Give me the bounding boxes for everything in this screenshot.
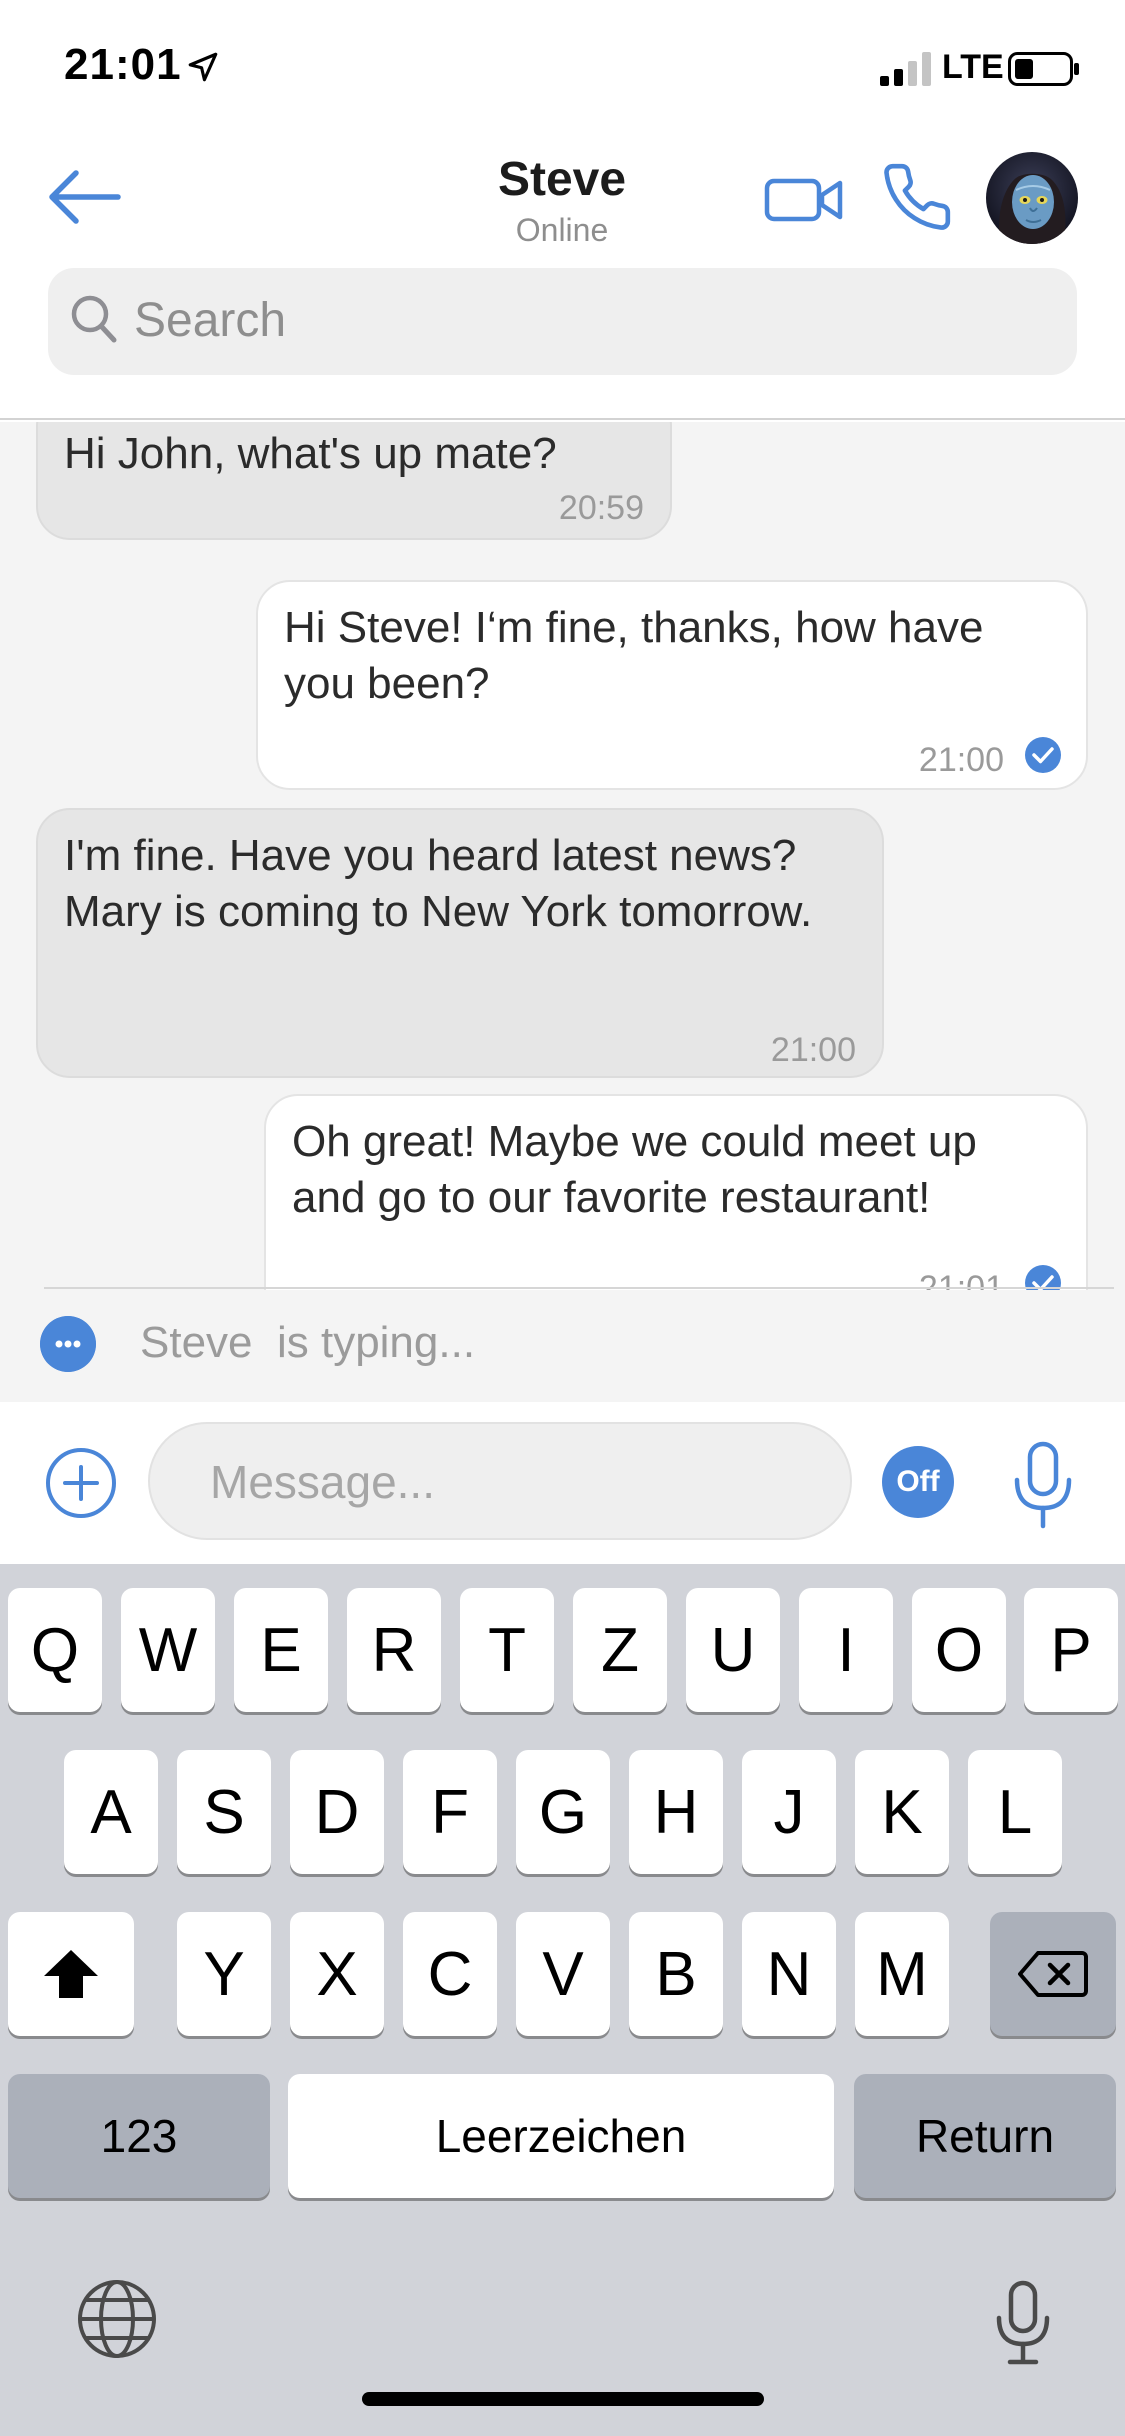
key-b[interactable]: B: [629, 1912, 723, 2036]
typing-text: Steve is typing...: [140, 1318, 476, 1367]
key-r[interactable]: R: [347, 1588, 441, 1712]
typing-dots-icon: [40, 1316, 96, 1372]
key-f[interactable]: F: [403, 1750, 497, 1874]
keyboard: Q W E R T Z U I O P A S D F G H J K L Y …: [0, 1564, 1125, 2436]
search-input[interactable]: [134, 284, 1034, 356]
key-z[interactable]: Z: [573, 1588, 667, 1712]
message-time: 21:00: [918, 741, 1004, 779]
key-d[interactable]: D: [290, 1750, 384, 1874]
status-time: 21:01: [64, 40, 182, 89]
off-toggle-button[interactable]: Off: [882, 1446, 954, 1518]
key-i[interactable]: I: [799, 1588, 893, 1712]
message-time: 21:00: [770, 1031, 856, 1069]
microphone-icon[interactable]: [1010, 1440, 1076, 1530]
video-camera-icon[interactable]: [764, 170, 844, 228]
plus-circle-icon[interactable]: [44, 1446, 118, 1520]
message-bubble-incoming[interactable]: Hi John, what's up mate? 20:59: [36, 422, 672, 540]
numbers-key[interactable]: 123: [8, 2074, 270, 2198]
message-text: I'm fine. Have you heard latest news? Ma…: [64, 831, 813, 936]
read-check-icon: [1025, 737, 1061, 773]
key-l[interactable]: L: [968, 1750, 1062, 1874]
battery-icon: [1008, 52, 1079, 86]
return-key[interactable]: Return: [854, 2074, 1116, 2198]
shift-key[interactable]: [8, 1912, 134, 2036]
location-arrow-icon: [188, 52, 218, 82]
key-y[interactable]: Y: [177, 1912, 271, 2036]
key-t[interactable]: T: [460, 1588, 554, 1712]
key-m[interactable]: M: [855, 1912, 949, 2036]
message-bubble-incoming[interactable]: I'm fine. Have you heard latest news? Ma…: [36, 808, 884, 1078]
key-w[interactable]: W: [121, 1588, 215, 1712]
key-a[interactable]: A: [64, 1750, 158, 1874]
message-bubble-outgoing[interactable]: Hi Steve! I‘m fine, thanks, how have you…: [256, 580, 1088, 790]
key-v[interactable]: V: [516, 1912, 610, 2036]
key-n[interactable]: N: [742, 1912, 836, 2036]
globe-icon[interactable]: [76, 2278, 158, 2360]
contact-name[interactable]: Steve: [362, 152, 762, 207]
key-s[interactable]: S: [177, 1750, 271, 1874]
key-p[interactable]: P: [1024, 1588, 1118, 1712]
key-c[interactable]: C: [403, 1912, 497, 2036]
key-j[interactable]: J: [742, 1750, 836, 1874]
space-key[interactable]: Leerzeichen: [288, 2074, 834, 2198]
chat-divider: [44, 1287, 1114, 1289]
key-k[interactable]: K: [855, 1750, 949, 1874]
back-arrow-icon[interactable]: [44, 165, 124, 229]
message-text: Hi John, what's up mate?: [64, 429, 557, 478]
avatar[interactable]: [986, 152, 1078, 244]
dictation-mic-icon[interactable]: [994, 2280, 1052, 2366]
key-u[interactable]: U: [686, 1588, 780, 1712]
message-text: Hi Steve! I‘m fine, thanks, how have you…: [284, 603, 984, 708]
search-icon: [71, 295, 117, 343]
key-q[interactable]: Q: [8, 1588, 102, 1712]
message-time: 20:59: [558, 489, 644, 527]
phone-icon[interactable]: [880, 160, 954, 234]
network-type: LTE: [942, 48, 1004, 86]
home-indicator[interactable]: [362, 2392, 764, 2406]
message-input[interactable]: [210, 1446, 810, 1518]
key-e[interactable]: E: [234, 1588, 328, 1712]
backspace-key[interactable]: [990, 1912, 1116, 2036]
signal-icon: [880, 52, 931, 86]
message-list[interactable]: Hi John, what's up mate? 20:59 Hi Steve!…: [0, 422, 1125, 1402]
key-g[interactable]: G: [516, 1750, 610, 1874]
key-h[interactable]: H: [629, 1750, 723, 1874]
key-o[interactable]: O: [912, 1588, 1006, 1712]
shift-icon: [44, 1950, 98, 1998]
key-x[interactable]: X: [290, 1912, 384, 2036]
message-text: Oh great! Maybe we could meet up and go …: [292, 1117, 977, 1222]
contact-status: Online: [515, 212, 609, 248]
backspace-icon: [1018, 1951, 1088, 1997]
